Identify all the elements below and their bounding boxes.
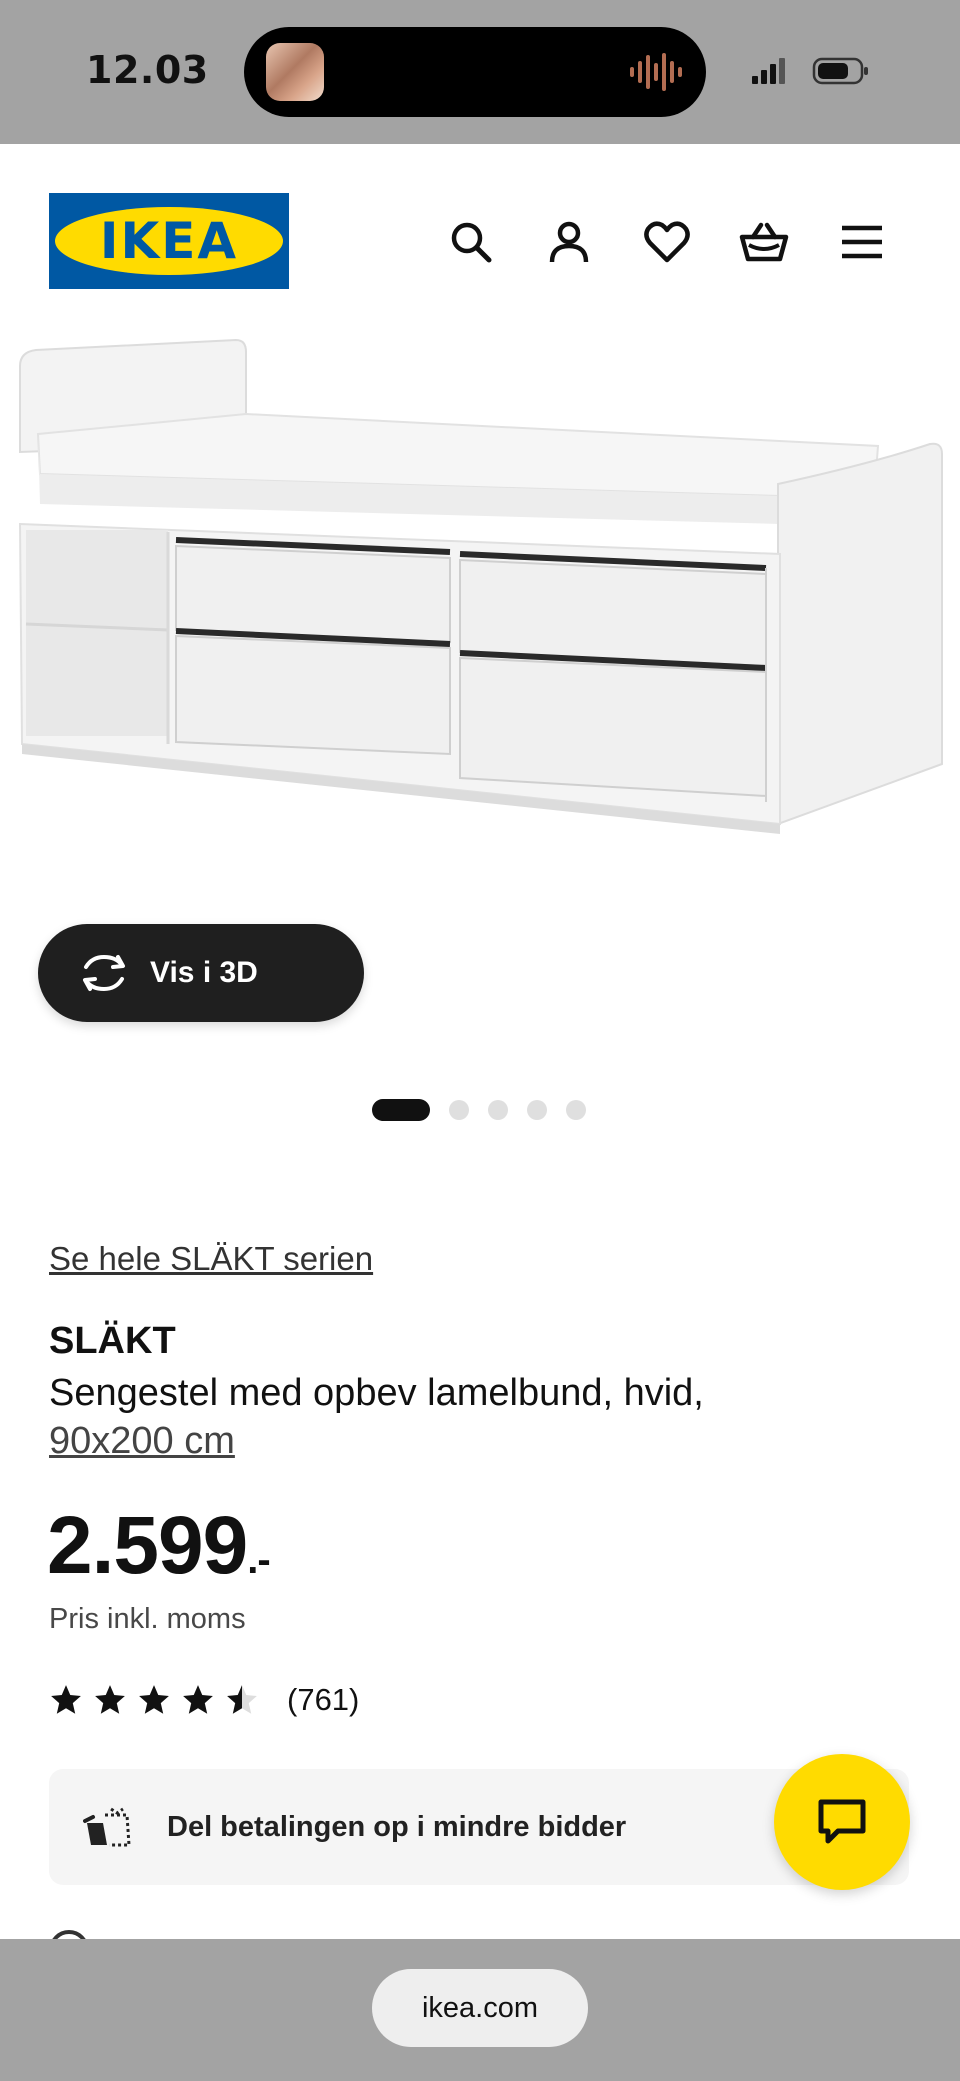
product-description-text: Sengestel med opbev lamelbund, hvid, [49,1372,704,1414]
url-bar[interactable]: ikea.com [372,1969,588,2047]
pagination-dot-1[interactable] [372,1099,430,1121]
star-icon [183,1685,213,1714]
pagination-dot-2[interactable] [449,1100,469,1120]
product-rating[interactable]: (761) [49,1678,359,1722]
star-icon [51,1685,81,1714]
star-icon [95,1685,125,1714]
price-value: 2.599 [47,1500,248,1591]
site-header: IKEA [0,144,960,324]
basket-icon[interactable] [736,214,792,270]
account-icon[interactable] [541,214,597,270]
product-image [18,338,943,834]
installment-label: Del betalingen op i mindre bidder [167,1810,627,1843]
dynamic-island[interactable] [244,27,706,117]
view-3d-button[interactable]: Vis i 3D [38,924,364,1022]
audio-waveform-icon [630,53,682,91]
series-link[interactable]: Se hele SLÄKT serien [49,1240,373,1278]
status-bar: 12.03 [0,0,960,144]
product-price: 2.599.- [47,1498,271,1608]
payment-split-icon [83,1807,131,1847]
product-size-link[interactable]: 90x200 cm [49,1420,235,1462]
price-suffix: .- [247,1538,270,1582]
search-icon[interactable] [443,214,499,270]
chat-button[interactable] [774,1754,910,1890]
status-time: 12.03 [86,48,209,92]
star-icon [139,1685,169,1714]
now-playing-thumbnail [266,43,324,101]
view-3d-label: Vis i 3D [150,956,258,989]
product-description: Sengestel med opbev lamelbund, hvid, 90x… [49,1369,909,1465]
gallery-pagination [372,1099,586,1121]
browser-bar: ikea.com [0,1939,960,2081]
star-half-icon [227,1685,257,1714]
heart-icon[interactable] [639,214,695,270]
review-count: (761) [287,1682,360,1717]
battery-icon [812,57,868,85]
pagination-dot-5[interactable] [566,1100,586,1120]
pagination-dot-3[interactable] [488,1100,508,1120]
price-note: Pris inkl. moms [49,1603,246,1635]
pagination-dot-4[interactable] [527,1100,547,1120]
menu-icon[interactable] [834,214,890,270]
product-image-gallery[interactable] [0,324,960,924]
chat-icon [818,1799,866,1844]
rotate-3d-icon [83,954,125,992]
logo-text: IKEA [99,212,239,270]
status-indicators [752,57,868,85]
product-name: SLÄKT [49,1320,176,1362]
ikea-logo[interactable]: IKEA [49,193,289,289]
cellular-signal-icon [752,58,785,84]
